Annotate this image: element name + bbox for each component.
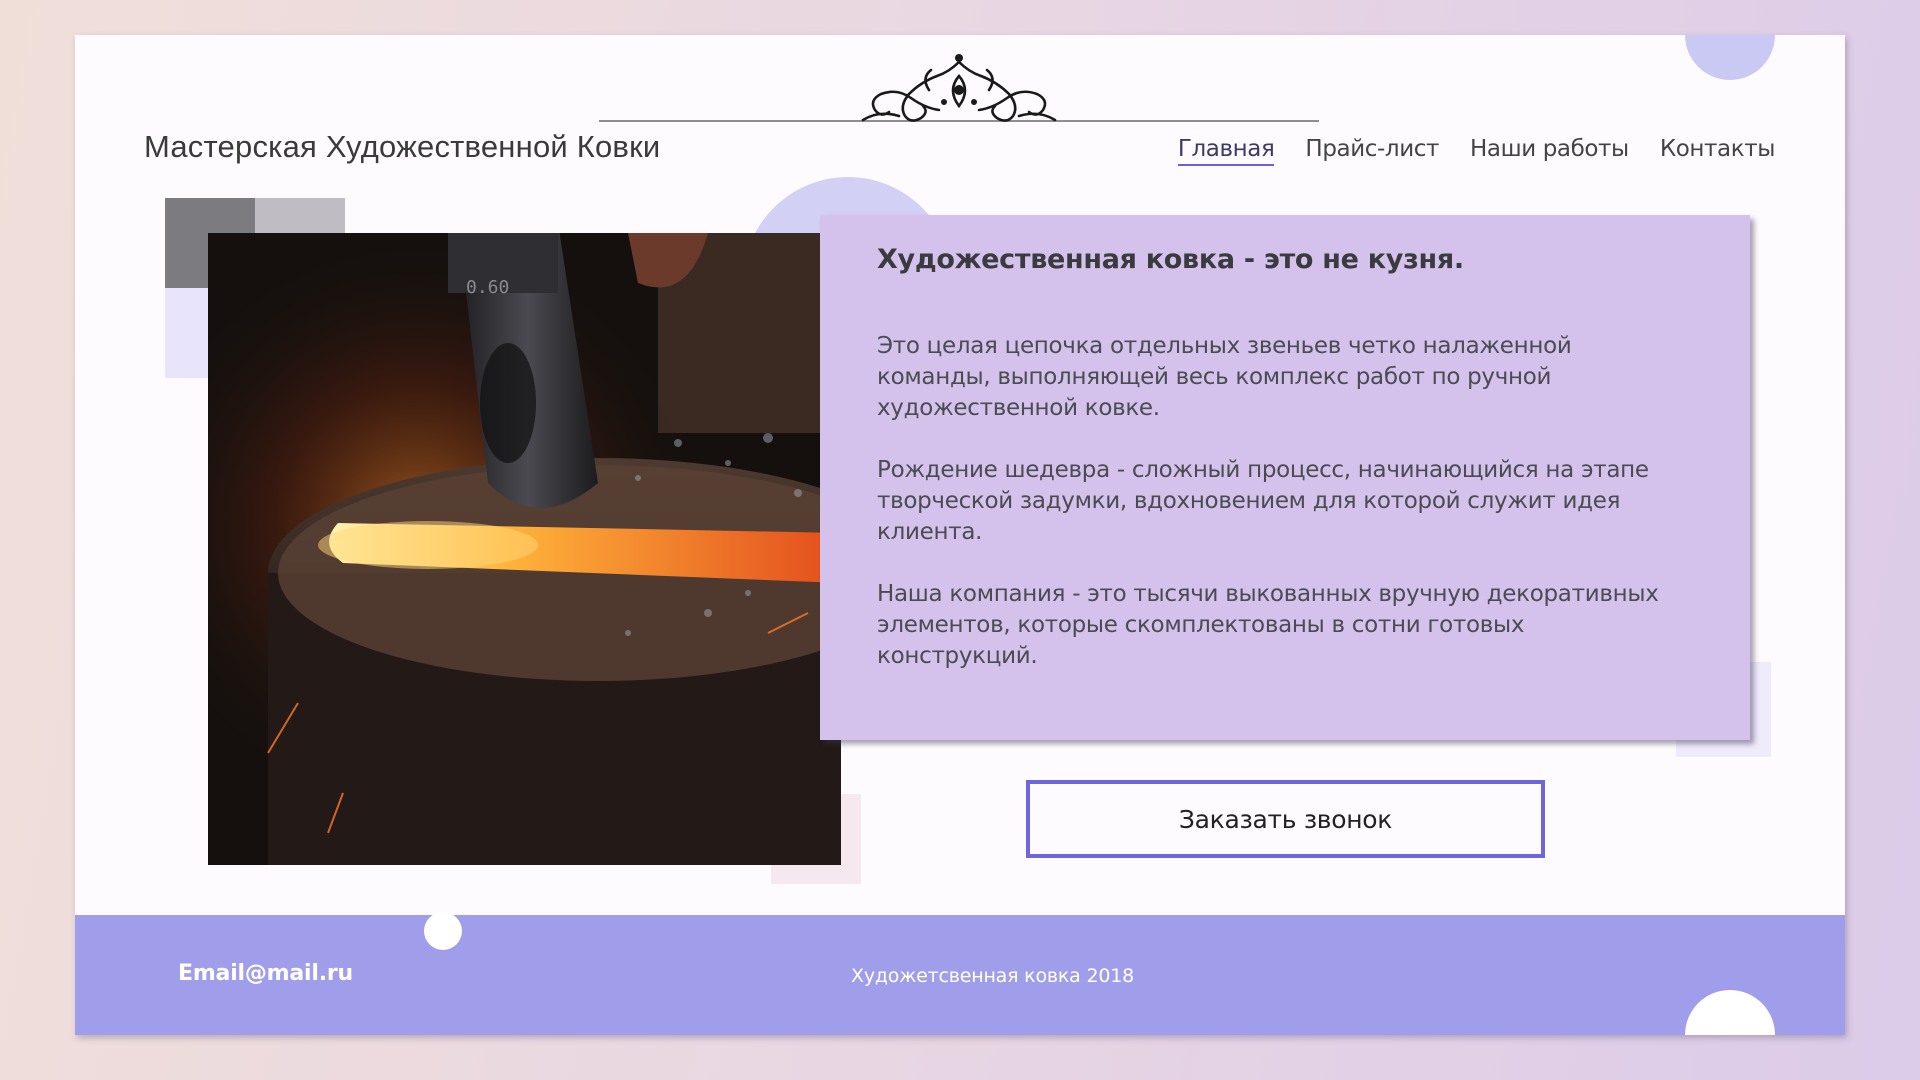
- site-title: Мастерская Художественной Ковки: [144, 129, 661, 164]
- deco-circle-footer-right: [1685, 990, 1775, 1035]
- about-paragraph-3: Наша компания - это тысячи выкованных вр…: [877, 581, 1659, 669]
- about-paragraph-2: Рождение шедевра - сложный процесс, начи…: [877, 457, 1649, 545]
- nav-link-home[interactable]: Главная: [1177, 136, 1275, 166]
- nav-link-our-works[interactable]: Наши работы: [1470, 136, 1629, 166]
- deco-circle-top-right: [1685, 35, 1775, 80]
- about-heading: Художественная ковка - это не кузня.: [877, 244, 1464, 275]
- footer-email-link[interactable]: Email@mail.ru: [178, 961, 353, 986]
- order-call-button[interactable]: Заказать звонок: [1026, 780, 1545, 858]
- footer-copyright: Художетсвенная ковка 2018: [851, 965, 1134, 987]
- deco-circle-footer-left: [424, 912, 462, 950]
- main-nav: Главная Прайс-лист Наши работы Контакты: [1177, 136, 1776, 166]
- ornament-icon: [599, 54, 1319, 122]
- nav-link-contacts[interactable]: Контакты: [1660, 136, 1776, 166]
- about-text-panel: Художественная ковка - это не кузня. Это…: [820, 215, 1750, 740]
- forging-hammer-photo: 0.60: [208, 233, 841, 865]
- forging-photo-illustration: 0.60: [208, 233, 841, 865]
- footer: Email@mail.ru Художетсвенная ковка 2018: [75, 915, 1845, 1035]
- page-card: Мастерская Художественной Ковки Главная …: [75, 35, 1845, 1035]
- svg-text:0.60: 0.60: [466, 277, 509, 298]
- nav-link-price-list[interactable]: Прайс-лист: [1305, 136, 1439, 166]
- about-paragraph-1: Это целая цепочка отдельных звеньев четк…: [877, 333, 1572, 421]
